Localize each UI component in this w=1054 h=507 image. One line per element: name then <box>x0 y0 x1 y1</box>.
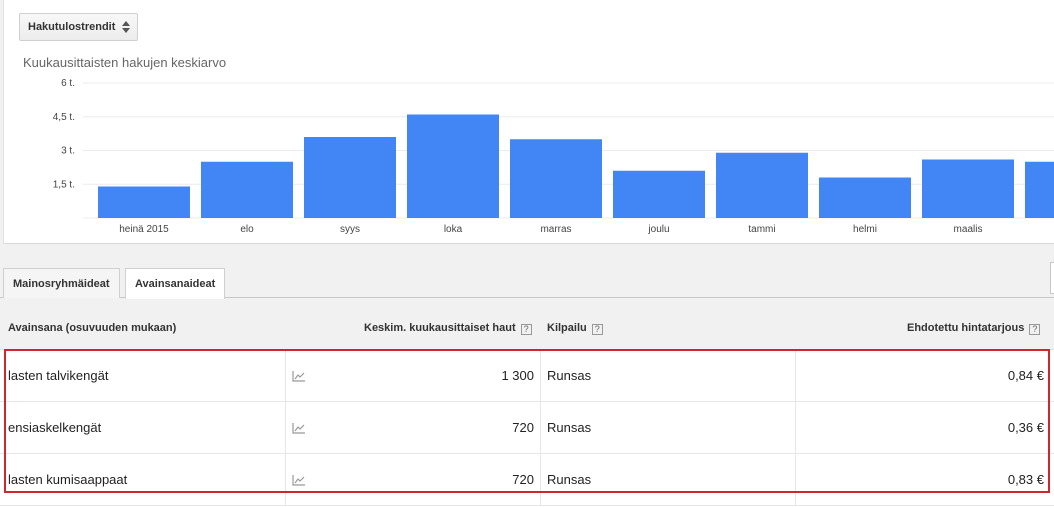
help-icon[interactable]: ? <box>591 324 603 335</box>
chart-bar[interactable] <box>922 159 1014 219</box>
competition-cell: Runsas <box>547 368 592 383</box>
avg-searches-cell: 720 <box>512 420 534 435</box>
y-tick-label: 1,5 t. <box>53 179 75 190</box>
bid-cell: 0,84 € <box>1007 368 1044 383</box>
table-row[interactable]: lasten talvikengät 1 300 Runsas 0,84 € <box>0 350 1054 402</box>
x-tick-label: tammi <box>748 224 775 235</box>
chart-bar[interactable] <box>98 186 190 219</box>
competition-cell: Runsas <box>547 472 592 487</box>
x-tick-label: syys <box>340 224 360 235</box>
idea-tabs: Mainosryhmäideat Avainsanaideat <box>0 268 1054 299</box>
header-suggested-bid[interactable]: Ehdotettu hintatarjous? <box>907 322 1041 335</box>
table-row[interactable]: ensiaskelkengät 720 Runsas 0,36 € <box>0 402 1054 454</box>
tab-ad-group-ideas[interactable]: Mainosryhmäideat <box>3 268 120 298</box>
chart-bar[interactable] <box>407 114 499 219</box>
keyword-cell[interactable]: lasten kumisaappaat <box>8 454 127 506</box>
avg-searches-cell: 720 <box>512 472 534 487</box>
chart-bar[interactable] <box>510 139 602 218</box>
header-keyword[interactable]: Avainsana (osuvuuden mukaan) <box>8 322 176 334</box>
header-avg-monthly-searches[interactable]: Keskim. kuukausittaiset haut? <box>364 322 532 335</box>
chart-bar[interactable] <box>201 161 293 218</box>
keyword-cell[interactable]: lasten talvikengät <box>8 350 108 402</box>
x-tick-label: joulu <box>647 224 669 235</box>
x-tick-label: heinä 2015 <box>119 224 169 235</box>
y-tick-label: 6 t. <box>61 78 75 89</box>
chart-bar[interactable] <box>613 170 705 218</box>
search-trends-card: Hakutulostrendit Kuukausittaisten hakuje… <box>3 0 1054 244</box>
table-header: Avainsana (osuvuuden mukaan) Keskim. kuu… <box>0 308 1054 350</box>
trend-chart-icon[interactable] <box>292 474 306 486</box>
y-tick-label: 4,5 t. <box>53 112 75 123</box>
trend-chart-icon[interactable] <box>292 422 306 434</box>
header-competition[interactable]: Kilpailu? <box>547 322 603 335</box>
chart-bar[interactable] <box>819 177 911 219</box>
chart-bar[interactable] <box>1025 161 1054 218</box>
side-panel-button[interactable] <box>1050 262 1054 294</box>
chart-bar[interactable] <box>304 137 396 218</box>
tab-keyword-ideas[interactable]: Avainsanaideat <box>125 268 226 299</box>
trend-chart-icon[interactable] <box>292 370 306 382</box>
x-tick-label: elo <box>240 224 254 235</box>
x-tick-label: helmi <box>853 224 877 235</box>
search-volume-bar-chart: 1,5 t. 3 t. 4,5 t. 6 t. heinä 2015 elo syys lok… <box>53 78 1054 235</box>
bid-cell: 0,83 € <box>1007 472 1044 487</box>
y-tick-label: 3 t. <box>61 146 75 157</box>
x-tick-label: loka <box>444 224 463 235</box>
table-row[interactable]: lasten kumisaappaat 720 Runsas 0,83 € <box>0 454 1054 506</box>
keyword-planner-view: Hakutulostrendit Kuukausittaisten hakuje… <box>0 0 1054 507</box>
chart-bar[interactable] <box>716 152 808 218</box>
x-tick-label: marras <box>540 224 571 235</box>
keyword-ideas-table: Avainsana (osuvuuden mukaan) Keskim. kuu… <box>0 308 1054 507</box>
x-tick-label: maalis <box>954 224 983 235</box>
bid-cell: 0,36 € <box>1007 420 1044 435</box>
keyword-cell[interactable]: ensiaskelkengät <box>8 402 101 454</box>
help-icon[interactable]: ? <box>520 324 532 335</box>
help-icon[interactable]: ? <box>1029 324 1041 335</box>
competition-cell: Runsas <box>547 420 592 435</box>
avg-searches-cell: 1 300 <box>501 368 534 383</box>
